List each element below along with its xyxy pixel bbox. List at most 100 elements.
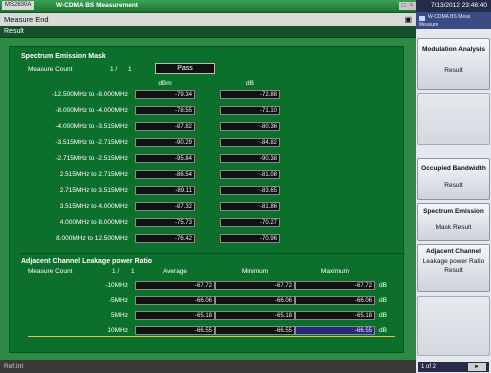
result-tab[interactable]: Result: [0, 26, 416, 38]
aclr-unit: dB: [379, 312, 387, 319]
sem-db-value: -90.38: [220, 154, 280, 163]
sem-dbm-value: -87.82: [135, 122, 195, 131]
softkey-sub: Result: [444, 182, 463, 189]
sem-db-value: -83.65: [220, 186, 280, 195]
aclr-average-value: -66.55: [135, 326, 215, 335]
softkey-title: Occupied Bandwidth: [421, 165, 486, 172]
softkey-title: Adjacent Channel: [426, 248, 481, 255]
bottom-status-bar: Ref.Int: [0, 360, 416, 373]
sem-dbm-value: -89.11: [135, 186, 195, 195]
sem-range-label: 3.515MHz to 4.000MHz: [59, 203, 128, 210]
sem-measure-count-total: 1: [128, 66, 132, 73]
softkey-title: Modulation Analysis: [422, 46, 485, 53]
softkey-modulation-analysis[interactable]: Modulation Analysis Result: [417, 38, 490, 90]
sem-db-value: -81.86: [220, 202, 280, 211]
col-db-header: dB: [246, 80, 254, 87]
aclr-maximum-value: -65.18: [295, 311, 375, 320]
softkey-panel: 7/13/2012 23:48:40 W-CDMA BS Meas Measur…: [416, 0, 491, 373]
aclr-unit: dB: [379, 282, 387, 289]
softkey-sub: Leakage power Ratio Result: [422, 258, 485, 274]
aclr-maximum-value: -66.55: [295, 326, 375, 335]
sem-measure-count-label: Measure Count: [28, 66, 73, 73]
sem-range-label: -4.000MHz to -3.515MHz: [55, 123, 128, 130]
sem-range-label: 2.715MHz to 3.515MHz: [59, 187, 128, 194]
sem-db-value: -84.82: [220, 138, 280, 147]
softkey-blank-1[interactable]: [417, 93, 490, 145]
aclr-unit: dB: [379, 327, 387, 334]
result-tab-label: Result: [4, 28, 24, 35]
softkey-occupied-bandwidth[interactable]: Occupied Bandwidth Result: [417, 158, 490, 200]
softkey-adjacent-channel[interactable]: Adjacent Channel Leakage power Ratio Res…: [417, 244, 490, 292]
measurement-window: MS2830A W-CDMA BS Measurement □ × Measur…: [0, 0, 416, 373]
aclr-measure-count-total: 1: [131, 268, 135, 275]
aclr-unit: dB: [379, 297, 387, 304]
aclr-maximum-value: -66.06: [295, 296, 375, 305]
softkey-blank-2[interactable]: [417, 296, 490, 356]
window-title: W-CDMA BS Measurement: [56, 2, 138, 9]
sem-range-label: 8.000MHz to 12.500MHz: [56, 235, 128, 242]
aclr-offset-label: -10MHz: [105, 282, 128, 289]
close-icon[interactable]: ×: [407, 2, 416, 10]
softkey-title: Spectrum Emission: [423, 208, 484, 215]
sem-title: Spectrum Emission Mask: [21, 53, 106, 60]
section-divider: [19, 253, 405, 254]
softkey-spectrum-emission[interactable]: Spectrum Emission Mask Result: [417, 203, 490, 241]
aclr-minimum-value: -65.18: [215, 311, 295, 320]
aclr-minimum-value: -66.55: [215, 326, 295, 335]
reference-status: Ref.Int: [4, 363, 24, 370]
aclr-offset-label: -5MHz: [108, 297, 128, 304]
aclr-offset-label: 10MHz: [107, 327, 128, 334]
judgement-badge: Pass: [155, 63, 215, 74]
sem-dbm-value: -78.55: [135, 106, 195, 115]
aclr-title: Adjacent Channel Leakage power Ratio: [21, 258, 153, 265]
page-indicator: 1 of 2 ►: [418, 362, 489, 372]
aclr-maximum-value: -67.72: [295, 281, 375, 290]
aclr-measure-count-value: 1 /: [112, 268, 120, 275]
sem-range-label: 2.515MHz to 2.715MHz: [59, 171, 128, 178]
measure-status: Measure End: [4, 15, 49, 24]
softkey-sub: Result: [444, 67, 463, 74]
softkey-sub: Mask Result: [435, 224, 472, 231]
sem-dbm-value: -79.34: [135, 90, 195, 99]
sem-range-label: -8.000MHz to -4.000MHz: [55, 107, 128, 114]
aclr-minimum-value: -67.72: [215, 281, 295, 290]
sem-db-value: -70.96: [220, 234, 280, 243]
sem-dbm-value: -90.29: [135, 138, 195, 147]
aclr-measure-count-label: Measure Count: [28, 268, 73, 275]
next-page-icon[interactable]: ►: [468, 363, 486, 371]
col-minimum-header: Minimum: [241, 268, 269, 275]
sem-range-label: -2.715MHz to -2.515MHz: [55, 155, 128, 162]
aclr-offset-label: 5MHz: [111, 312, 128, 319]
screen-icon[interactable]: ▣: [404, 13, 412, 26]
sem-range-label: -3.515MHz to -2.715MHz: [55, 139, 128, 146]
sem-dbm-value: -87.32: [135, 202, 195, 211]
col-maximum-header: Maximum: [320, 268, 350, 275]
sem-db-value: -70.27: [220, 218, 280, 227]
col-dbm-header: dBm: [158, 80, 172, 87]
sem-dbm-value: -95.84: [135, 154, 195, 163]
model-badge: MS2830A: [2, 1, 35, 10]
sem-db-value: -72.88: [220, 90, 280, 99]
aclr-minimum-value: -66.06: [215, 296, 295, 305]
sem-dbm-value: -86.54: [135, 170, 195, 179]
aclr-average-value: -65.18: [135, 311, 215, 320]
clock-bar: 7/13/2012 23:48:40: [416, 0, 491, 12]
sem-dbm-value: -76.42: [135, 234, 195, 243]
aclr-average-value: -66.06: [135, 296, 215, 305]
result-panel: Spectrum Emission Mask Measure Count 1 /…: [9, 46, 405, 353]
sem-range-label: 4.000MHz to 8.000MHz: [59, 219, 128, 226]
col-average-header: Average: [162, 268, 188, 275]
selection-underline: [28, 336, 395, 337]
clock-text: 7/13/2012 23:48:40: [430, 2, 487, 9]
sem-db-value: -81.08: [220, 170, 280, 179]
aclr-average-value: -67.72: [135, 281, 215, 290]
measure-status-bar: Measure End ▣: [0, 13, 416, 26]
page-text: 1 of 2: [421, 364, 437, 370]
sem-measure-count-value: 1 /: [110, 66, 118, 73]
app-header: W-CDMA BS Meas Measure: [416, 12, 491, 29]
sem-db-value: -71.10: [220, 106, 280, 115]
app-subtitle: Measure: [419, 22, 439, 28]
sem-dbm-value: -75.73: [135, 218, 195, 227]
sem-range-label: -12.500MHz to -8.000MHz: [51, 91, 128, 98]
sem-db-value: -80.36: [220, 122, 280, 131]
